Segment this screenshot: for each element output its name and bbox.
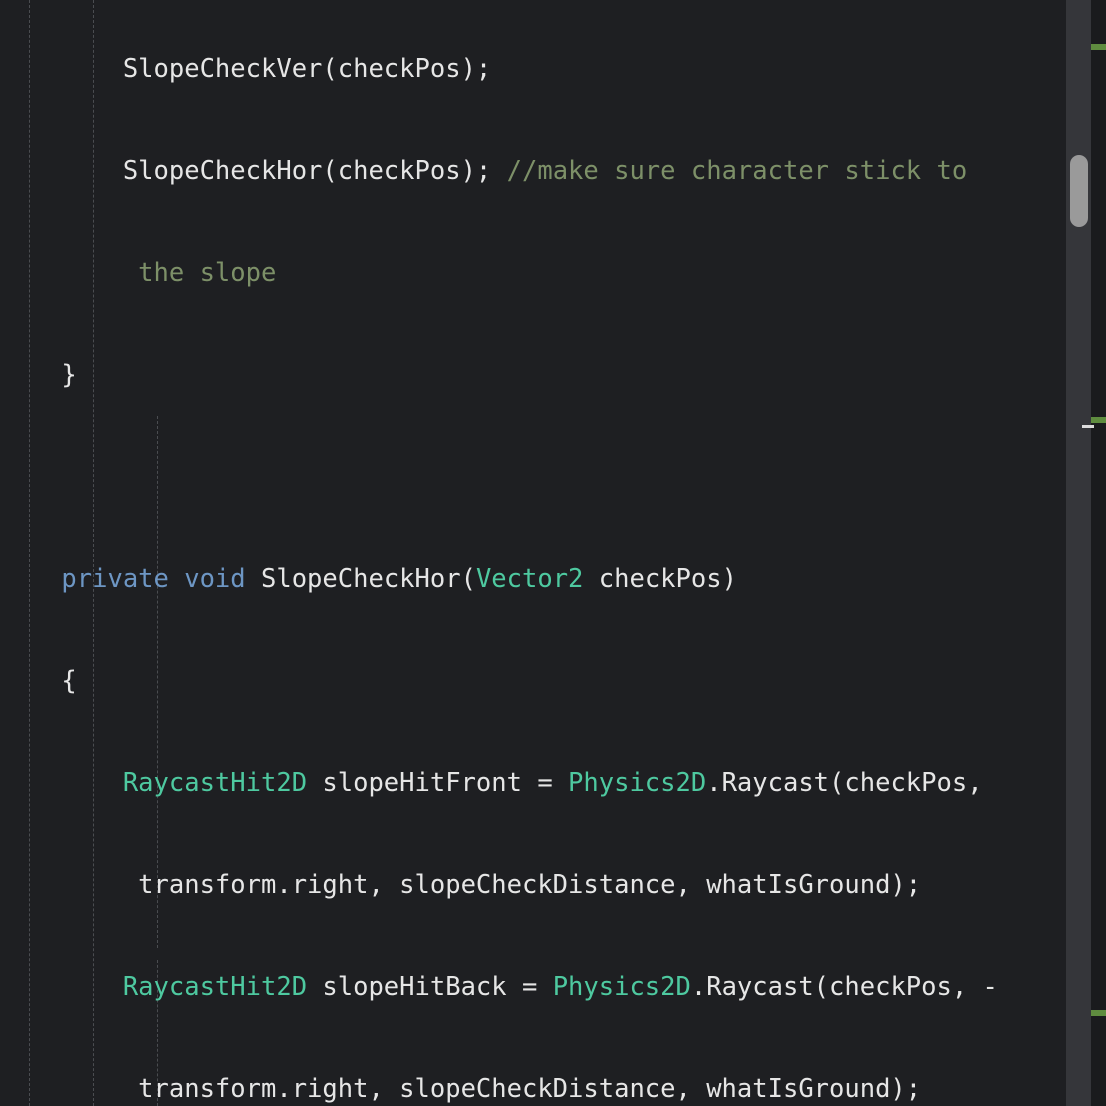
vertical-scrollbar-thumb[interactable]: [1070, 155, 1088, 227]
code-line: the slope: [0, 258, 277, 288]
code-line: transform.right, slopeCheckDistance, wha…: [0, 870, 922, 900]
code-line: RaycastHit2D slopeHitBack = Physics2D.Ra…: [0, 972, 998, 1002]
editor-right-gutter[interactable]: [1066, 0, 1106, 1106]
code-line: SlopeCheckVer(checkPos);: [0, 54, 492, 84]
code-text[interactable]: SlopeCheckVer(checkPos); SlopeCheckHor(c…: [0, 0, 1066, 1106]
code-line: SlopeCheckHor(checkPos); //make sure cha…: [0, 156, 968, 186]
code-editor: SlopeCheckVer(checkPos); SlopeCheckHor(c…: [0, 0, 1106, 1106]
code-line: private void SlopeCheckHor(Vector2 check…: [0, 564, 737, 594]
change-marker[interactable]: [1091, 44, 1106, 50]
code-surface[interactable]: SlopeCheckVer(checkPos); SlopeCheckHor(c…: [0, 0, 1066, 1106]
code-line: RaycastHit2D slopeHitFront = Physics2D.R…: [0, 768, 983, 798]
caret-position-marker: [1082, 425, 1094, 428]
change-marker[interactable]: [1091, 417, 1106, 423]
code-line: }: [0, 360, 77, 390]
change-marker-strip[interactable]: [1082, 0, 1106, 1106]
vertical-scrollbar-track[interactable]: [1066, 0, 1091, 1106]
change-marker[interactable]: [1091, 1010, 1106, 1016]
code-line: {: [0, 666, 77, 696]
code-line: transform.right, slopeCheckDistance, wha…: [0, 1074, 922, 1104]
